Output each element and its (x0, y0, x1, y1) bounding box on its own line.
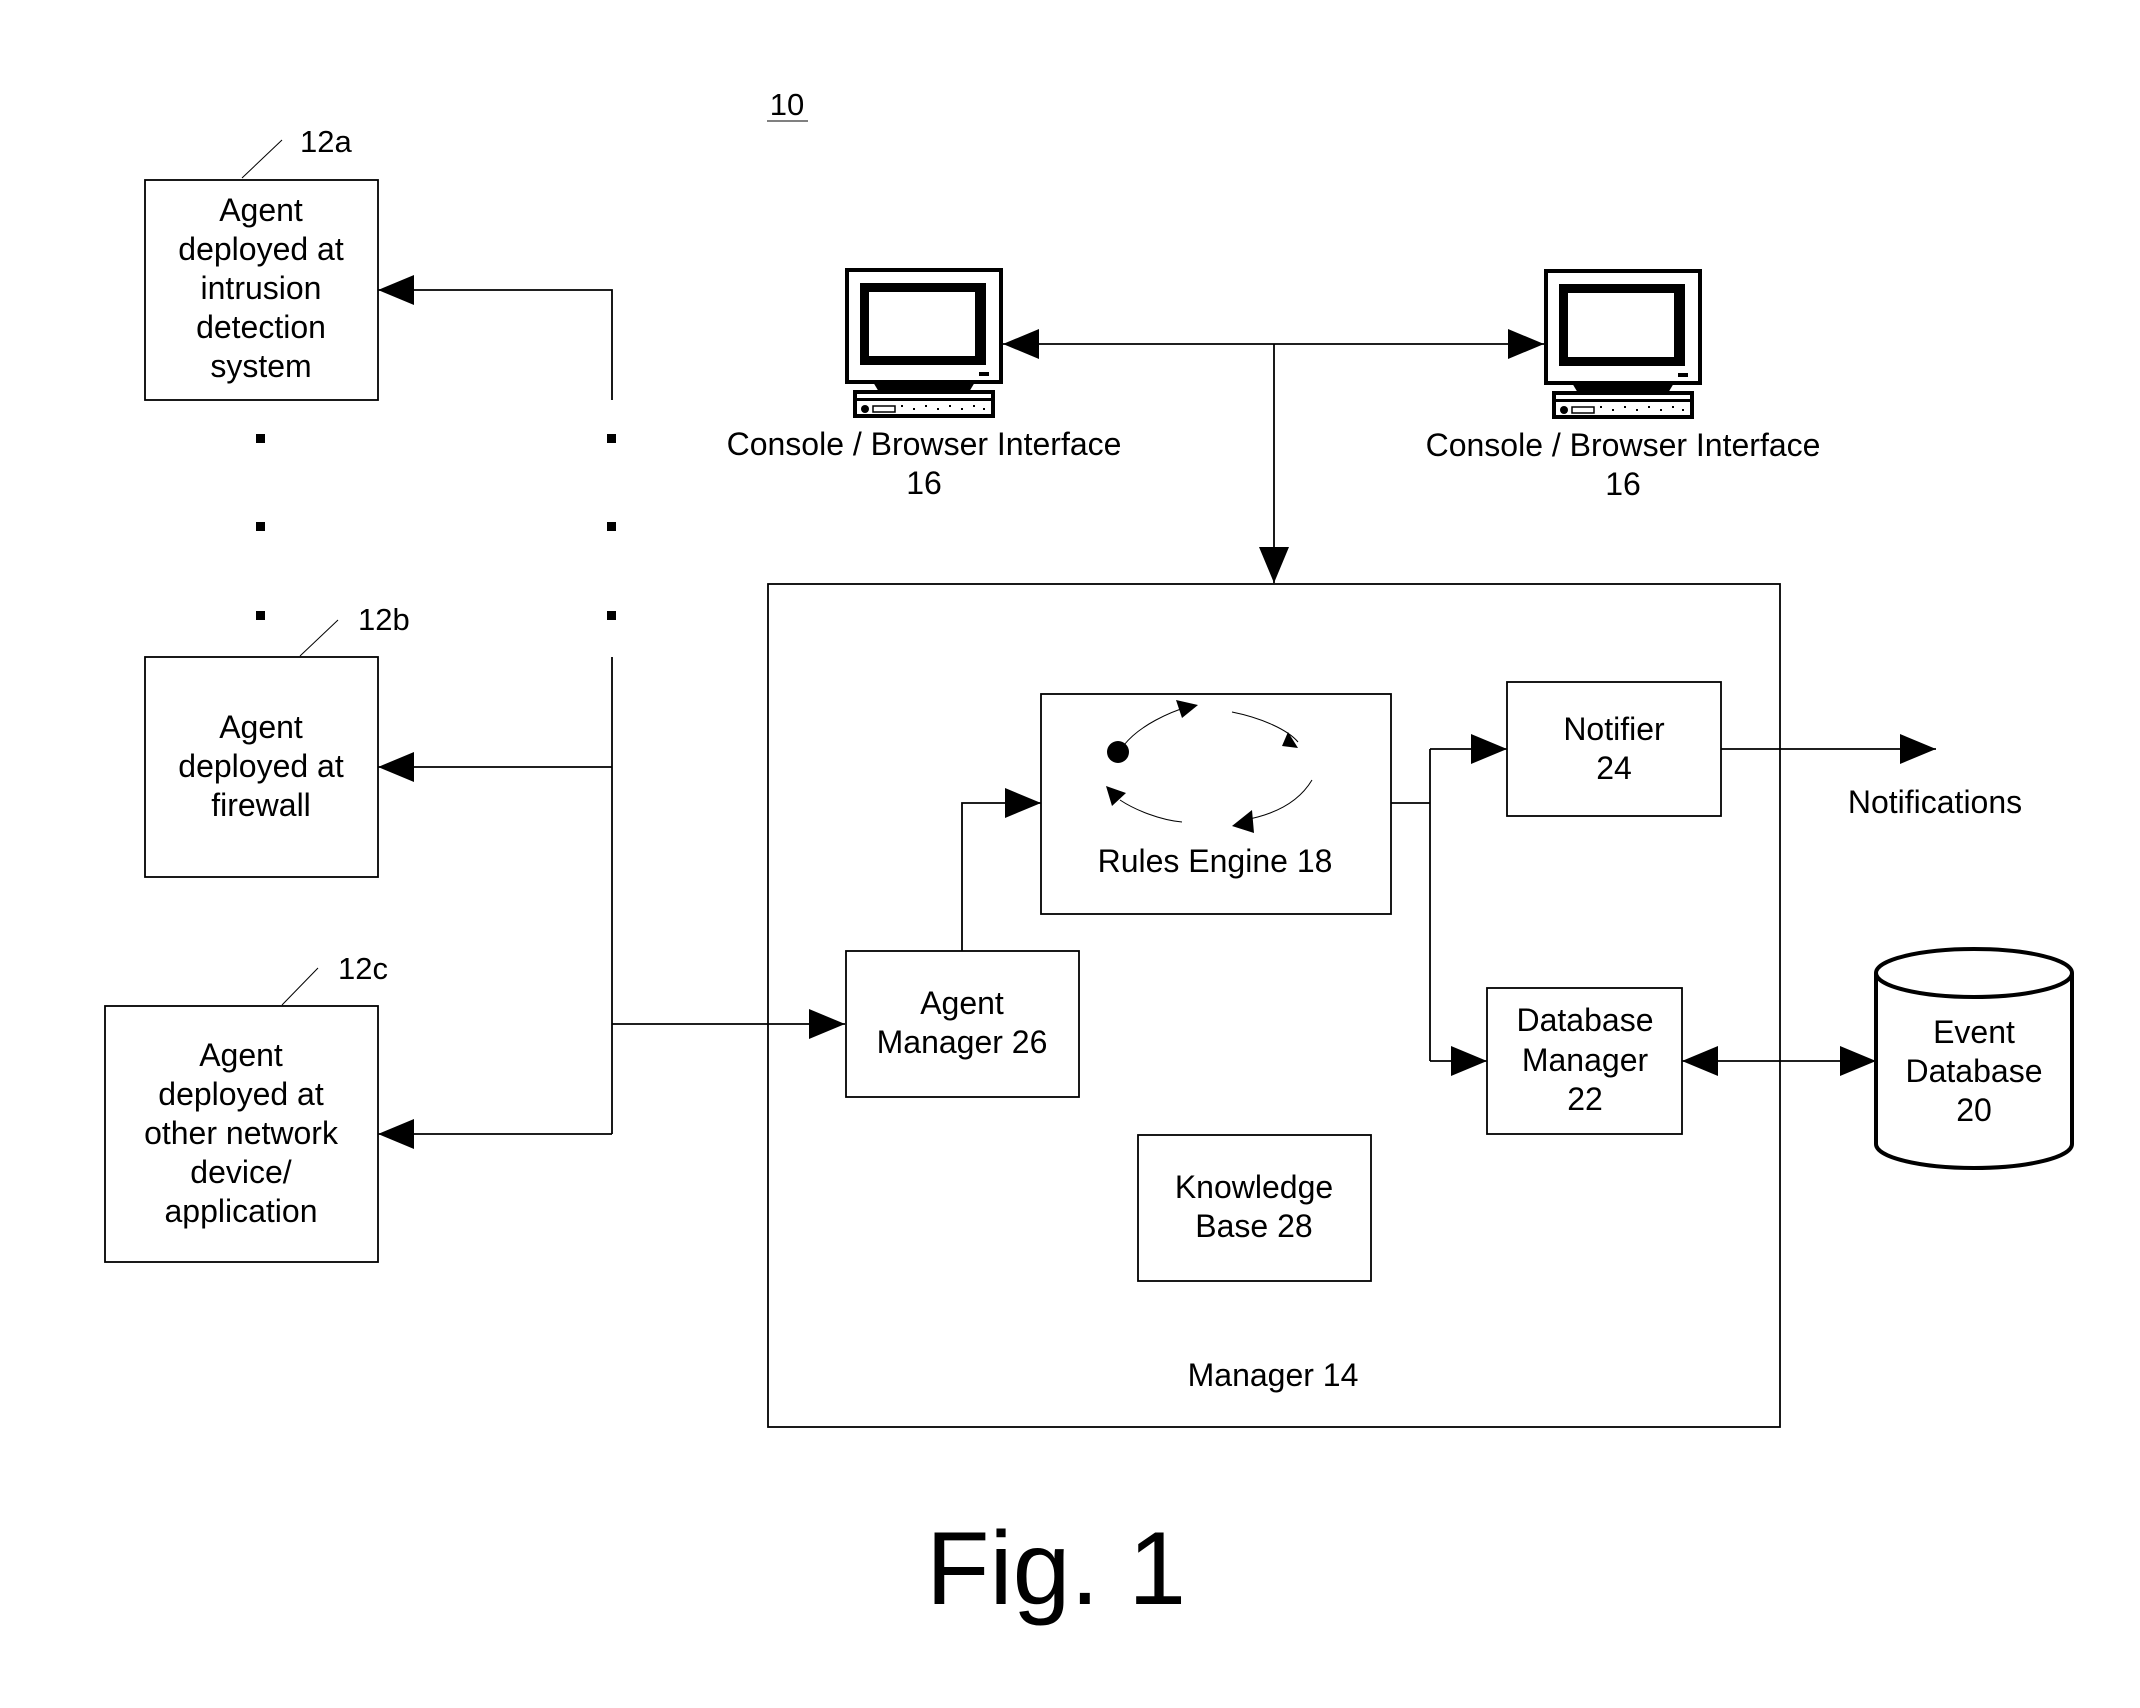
agent-label-line: detection (196, 309, 326, 345)
agent-label-line: deployed at (158, 1076, 324, 1112)
ellipsis-dot (607, 522, 616, 531)
ellipsis-dot (607, 434, 616, 443)
agent-label-line: firewall (211, 787, 311, 823)
knowledge-base-box: Knowledge Base 28 (1137, 1134, 1372, 1282)
computer-monitor-icon (1544, 269, 1702, 419)
agent-label-line: Agent (199, 1037, 283, 1073)
ellipsis-dot (256, 434, 265, 443)
notifications-label: Notifications (1848, 784, 2022, 820)
leader-line (241, 139, 283, 179)
console-connectors (1003, 329, 1544, 583)
leader-line (281, 967, 319, 1006)
console-ref: 16 (906, 465, 942, 501)
agent-label-line: deployed at (178, 748, 344, 784)
figure-caption: Fig. 1 (926, 1511, 1186, 1627)
console-ref: 16 (1605, 466, 1641, 502)
agent-ref-label: 12b (358, 602, 410, 637)
ellipsis-left (256, 434, 265, 620)
agent-box-12c: 12c Agent deployed at other network devi… (104, 951, 388, 1263)
console-label: Console / Browser Interface (1426, 427, 1821, 463)
agent-label-line: other network (144, 1115, 339, 1151)
rules-engine-label: Rules Engine 18 (1098, 843, 1333, 879)
agent-ref-label: 12a (300, 124, 352, 159)
agent-box-12b: 12b Agent deployed at firewall (144, 602, 410, 878)
agent-box-12a: 12a Agent deployed at intrusion detectio… (144, 124, 379, 401)
component-label-line: 24 (1596, 750, 1632, 786)
agent-label-line: device/ (190, 1154, 292, 1190)
rules-engine-box: Rules Engine 18 (1040, 693, 1392, 915)
ellipsis-dot (256, 522, 265, 531)
figure-ref-number: 10 (770, 87, 804, 122)
agent-label-line: deployed at (178, 231, 344, 267)
component-label-line: Base 28 (1195, 1208, 1312, 1244)
console-right: Console / Browser Interface 16 (1426, 269, 1821, 502)
console-label: Console / Browser Interface (727, 426, 1122, 462)
component-label-line: Notifier (1563, 711, 1665, 747)
agent-manager-box: Agent Manager 26 (845, 950, 1080, 1098)
agent-label-line: application (165, 1193, 318, 1229)
agent-label-line: system (210, 348, 311, 384)
agent-label-line: intrusion (201, 270, 322, 306)
agent-ref-label: 12c (338, 951, 388, 986)
notifier-box: Notifier 24 (1506, 681, 1722, 817)
agent-label-line: Agent (219, 192, 303, 228)
ellipsis-bus (607, 434, 616, 620)
event-database-label-line: Event (1933, 1014, 2015, 1050)
arrow-to-agent-12a (378, 275, 613, 400)
ellipsis-dot (256, 611, 265, 620)
ellipsis-dot (607, 611, 616, 620)
leader-line (299, 619, 339, 657)
agent-bus-connectors (378, 275, 845, 1149)
event-database-label-line: 20 (1956, 1092, 1992, 1128)
manager-label: Manager 14 (1188, 1357, 1359, 1393)
component-label-line: Knowledge (1175, 1169, 1333, 1205)
arrow-agent-manager-to-rules-engine (961, 788, 1041, 951)
event-database: Event Database 20 (1874, 947, 2074, 1170)
console-left: Console / Browser Interface 16 (727, 268, 1122, 501)
event-database-label-line: Database (1906, 1053, 2043, 1089)
component-label-line: Database (1517, 1002, 1654, 1038)
component-label-line: Manager (1522, 1042, 1649, 1078)
database-manager-box: Database Manager 22 (1486, 987, 1683, 1135)
agent-label-line: Agent (219, 709, 303, 745)
component-label-line: 22 (1567, 1081, 1603, 1117)
component-label-line: Manager 26 (877, 1024, 1048, 1060)
system-diagram: 10 12a Agent deployed at intrusion detec… (104, 87, 2074, 1627)
computer-monitor-icon (845, 268, 1003, 418)
component-label-line: Agent (920, 985, 1004, 1021)
